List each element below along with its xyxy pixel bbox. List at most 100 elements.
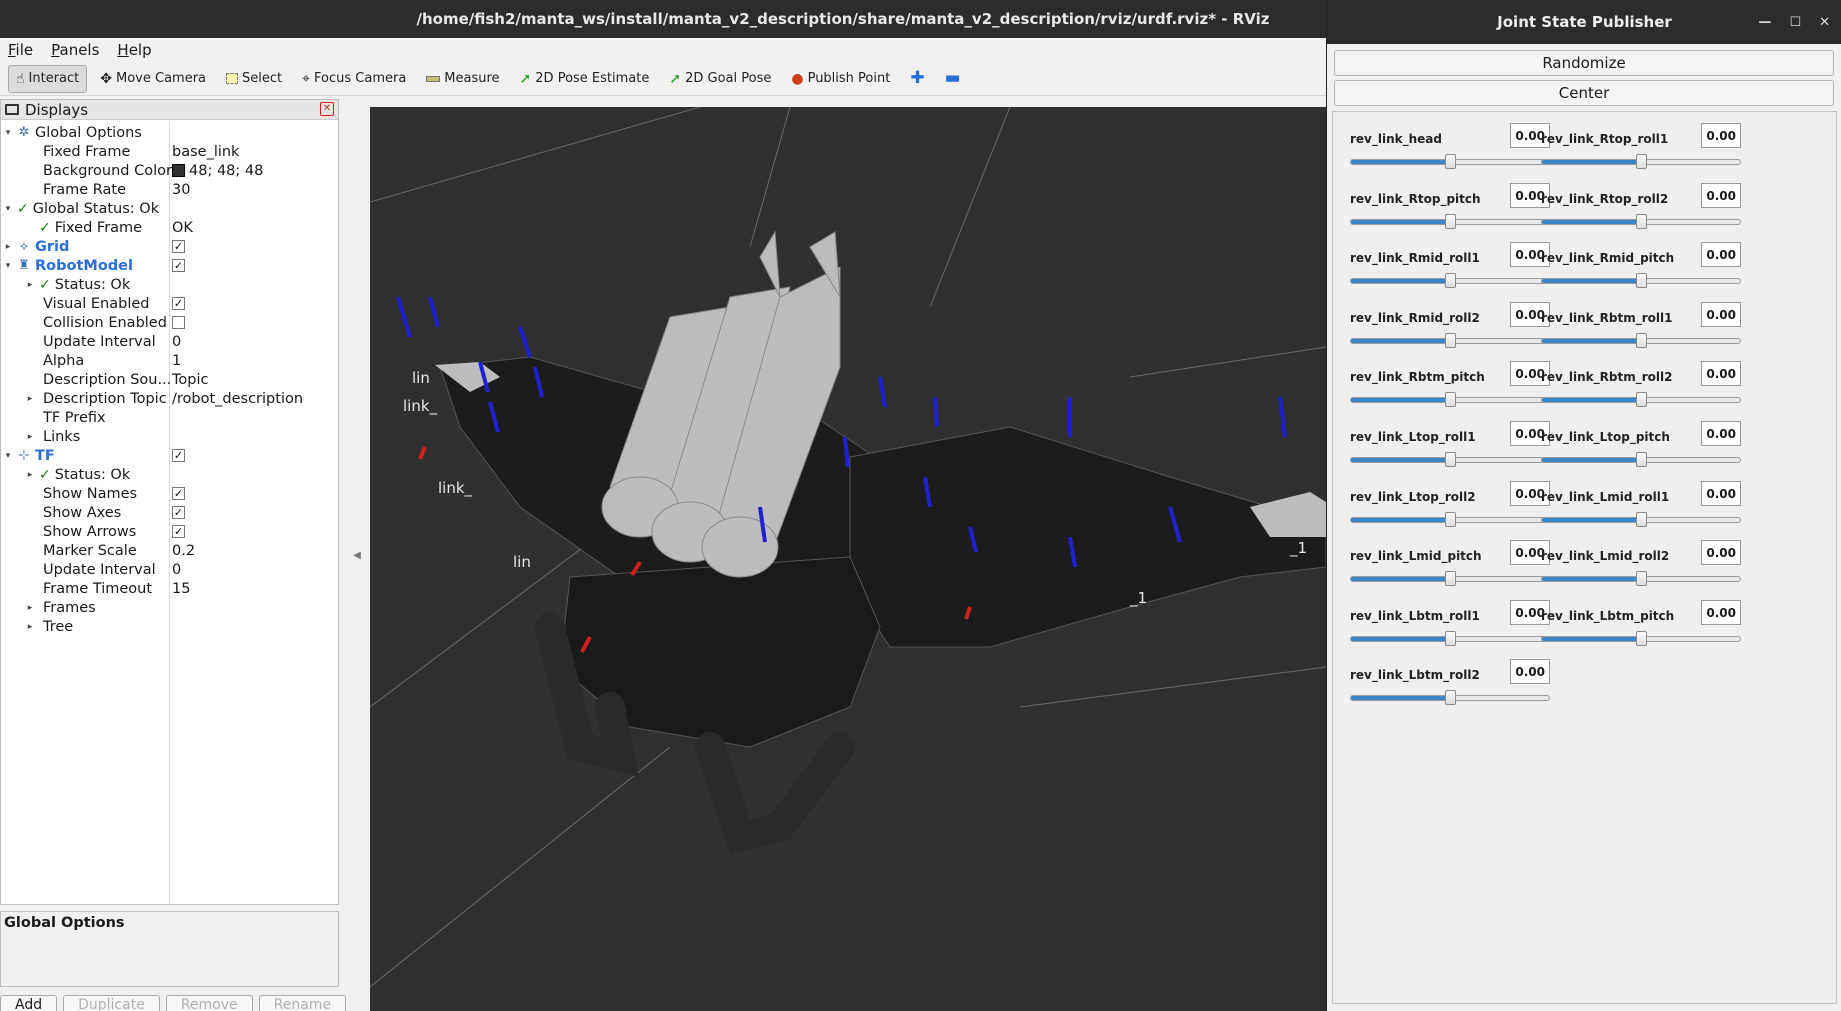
joint-value-field[interactable]: 0.00 <box>1701 421 1741 446</box>
checkbox-checked[interactable]: ✓ <box>172 240 185 253</box>
pose-estimate-tool-button[interactable]: ➚ 2D Pose Estimate <box>513 65 657 93</box>
expand-right-icon[interactable]: ▸ <box>25 394 35 404</box>
expand-down-icon[interactable]: ▾ <box>3 451 13 461</box>
randomize-button[interactable]: Randomize <box>1334 50 1834 76</box>
select-tool-button[interactable]: Select <box>219 65 289 93</box>
remove-button[interactable]: Remove <box>165 995 253 1011</box>
checkbox-checked[interactable]: ✓ <box>172 297 185 310</box>
tree-row-value[interactable]: 48; 48; 48 <box>172 163 263 179</box>
tree-row[interactable]: Collision Enabled <box>1 313 338 332</box>
expand-down-icon[interactable]: ▾ <box>3 204 13 214</box>
rename-button[interactable]: Rename <box>258 995 347 1011</box>
tree-row-value[interactable]: ✓ <box>172 487 185 500</box>
joint-value-field[interactable]: 0.00 <box>1701 481 1741 506</box>
tree-row[interactable]: Show Names ✓ <box>1 484 338 503</box>
joint-slider-handle[interactable] <box>1445 690 1456 705</box>
tree-row[interactable]: ▾ ⊹ TF ✓ <box>1 446 338 465</box>
publish-point-tool-button[interactable]: ● Publish Point <box>784 65 897 93</box>
tree-row-value[interactable]: base_link <box>172 144 239 160</box>
joint-slider-handle[interactable] <box>1445 273 1456 288</box>
tree-row-value[interactable]: ✓ <box>172 449 185 462</box>
tree-row[interactable]: Frame Timeout 15 <box>1 579 338 598</box>
tree-row[interactable]: ▸ Links <box>1 427 338 446</box>
close-window-icon[interactable]: ✕ <box>1819 15 1830 30</box>
move-camera-tool-button[interactable]: ✥ Move Camera <box>93 65 213 93</box>
joint-slider-handle[interactable] <box>1636 571 1647 586</box>
tree-row[interactable]: Frame Rate 30 <box>1 180 338 199</box>
joint-slider-handle[interactable] <box>1445 631 1456 646</box>
tree-row[interactable]: ▾ ✲ Global Options <box>1 123 338 142</box>
joint-value-field[interactable]: 0.00 <box>1701 540 1741 565</box>
tree-row-value[interactable]: 0 <box>172 334 181 350</box>
tree-row[interactable]: ✓ Fixed Frame OK <box>1 218 338 237</box>
expand-down-icon[interactable]: ▾ <box>3 128 13 138</box>
3d-viewport[interactable]: lin link_ link_ lin _1 _1 <box>370 107 1326 1011</box>
tree-row[interactable]: Visual Enabled ✓ <box>1 294 338 313</box>
joint-slider-handle[interactable] <box>1445 452 1456 467</box>
tree-row[interactable]: Alpha 1 <box>1 351 338 370</box>
joint-slider-handle[interactable] <box>1445 571 1456 586</box>
expand-right-icon[interactable]: ▸ <box>25 622 35 632</box>
expand-right-icon[interactable]: ▸ <box>25 603 35 613</box>
joint-slider-handle[interactable] <box>1445 392 1456 407</box>
tree-row[interactable]: ▸ ✓ Status: Ok <box>1 275 338 294</box>
tree-row-value[interactable]: 0.2 <box>172 543 195 559</box>
joint-slider-handle[interactable] <box>1445 333 1456 348</box>
joint-slider-handle[interactable] <box>1636 333 1647 348</box>
tree-row-value[interactable]: ✓ <box>172 506 185 519</box>
tree-row[interactable]: Marker Scale 0.2 <box>1 541 338 560</box>
expand-right-icon[interactable]: ▸ <box>3 242 13 252</box>
tree-row[interactable]: Show Axes ✓ <box>1 503 338 522</box>
expand-right-icon[interactable]: ▸ <box>25 432 35 442</box>
remove-tool-button[interactable]: ▬ <box>938 65 968 93</box>
tree-row[interactable]: ▾ ♜ RobotModel ✓ <box>1 256 338 275</box>
checkbox-unchecked[interactable] <box>172 316 185 329</box>
expand-right-icon[interactable]: ▸ <box>25 280 35 290</box>
joint-slider-handle[interactable] <box>1445 214 1456 229</box>
joint-value-field[interactable]: 0.00 <box>1701 361 1741 386</box>
panel-splitter-handle[interactable]: ◀ <box>345 99 369 1011</box>
tree-row[interactable]: ▸ Frames <box>1 598 338 617</box>
joint-value-field[interactable]: 0.00 <box>1701 183 1741 208</box>
tree-row[interactable]: Background Color 48; 48; 48 <box>1 161 338 180</box>
tree-row-value[interactable]: 1 <box>172 353 181 369</box>
tree-row-value[interactable]: 30 <box>172 182 190 198</box>
tree-row[interactable]: ▸ Tree <box>1 617 338 636</box>
joint-value-field[interactable]: 0.00 <box>1701 302 1741 327</box>
focus-camera-tool-button[interactable]: ⌖ Focus Camera <box>295 65 413 93</box>
joint-value-field[interactable]: 0.00 <box>1701 242 1741 267</box>
add-button[interactable]: Add <box>0 995 58 1011</box>
interact-tool-button[interactable]: ☝ Interact <box>8 64 88 93</box>
tree-row[interactable]: Show Arrows ✓ <box>1 522 338 541</box>
joint-value-field[interactable]: 0.00 <box>1701 123 1741 148</box>
joint-slider-handle[interactable] <box>1636 512 1647 527</box>
expand-right-icon[interactable]: ▸ <box>25 470 35 480</box>
joint-value-field[interactable]: 0.00 <box>1701 600 1741 625</box>
minimize-icon[interactable]: — <box>1758 15 1771 30</box>
tree-row-value[interactable]: /robot_description <box>172 391 303 407</box>
joint-slider-handle[interactable] <box>1636 273 1647 288</box>
tree-row[interactable]: Fixed Frame base_link <box>1 142 338 161</box>
tree-row-value[interactable]: ✓ <box>172 259 185 272</box>
tree-row[interactable]: ▸ ⟡ Grid ✓ <box>1 237 338 256</box>
checkbox-checked[interactable]: ✓ <box>172 449 185 462</box>
tree-row[interactable]: Update Interval 0 <box>1 560 338 579</box>
tree-row-value[interactable]: ✓ <box>172 525 185 538</box>
expand-down-icon[interactable]: ▾ <box>3 261 13 271</box>
tree-row-value[interactable]: Topic <box>172 372 208 388</box>
joint-slider-handle[interactable] <box>1636 214 1647 229</box>
tree-row-value[interactable]: ✓ <box>172 240 185 253</box>
joint-slider-handle[interactable] <box>1445 512 1456 527</box>
tree-row-value[interactable]: 15 <box>172 581 190 597</box>
tree-row[interactable]: Update Interval 0 <box>1 332 338 351</box>
add-tool-button[interactable]: ✚ <box>903 65 931 93</box>
tree-row-value[interactable]: OK <box>172 220 193 236</box>
tree-row[interactable]: TF Prefix <box>1 408 338 427</box>
tree-row-value[interactable]: ✓ <box>172 297 185 310</box>
center-button[interactable]: Center <box>1334 80 1834 106</box>
tree-row-value[interactable]: 0 <box>172 562 181 578</box>
tree-row-value[interactable] <box>172 316 185 329</box>
tree-row[interactable]: ▸ ✓ Status: Ok <box>1 465 338 484</box>
checkbox-checked[interactable]: ✓ <box>172 525 185 538</box>
joint-slider-handle[interactable] <box>1445 154 1456 169</box>
